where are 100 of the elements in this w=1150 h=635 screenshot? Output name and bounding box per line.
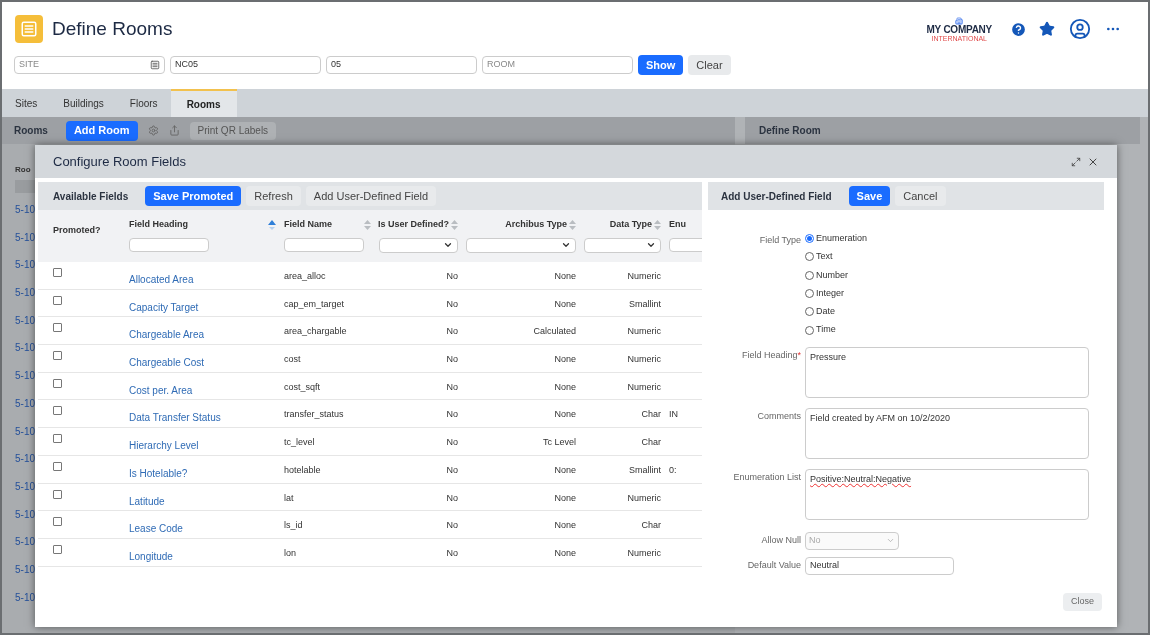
text-area[interactable]: Positive:Neutral:Negative bbox=[805, 468, 1089, 520]
cancel-button[interactable]: Cancel bbox=[895, 186, 946, 206]
table-cell-text: cost bbox=[284, 353, 301, 367]
promoted-checkbox[interactable] bbox=[53, 323, 62, 333]
save-promoted-button[interactable]: Save Promoted bbox=[145, 186, 242, 206]
column-filter-field[interactable] bbox=[129, 237, 209, 252]
filter-field[interactable]: SITE bbox=[14, 56, 165, 74]
table-cell-text: No bbox=[446, 491, 458, 505]
field-heading-link[interactable]: Chargeable Area bbox=[129, 327, 205, 345]
default-value-field[interactable]: Neutral bbox=[805, 556, 954, 575]
field-heading-link[interactable]: Allocated Area bbox=[129, 272, 194, 289]
column-filter-field[interactable] bbox=[284, 237, 364, 252]
table-cell-text: Smallint bbox=[629, 463, 661, 477]
table-cell-text: No bbox=[446, 436, 458, 450]
radio-label[interactable]: Time bbox=[816, 323, 836, 337]
promoted-checkbox[interactable] bbox=[53, 434, 62, 444]
table-cell-text: Char bbox=[641, 408, 661, 422]
panel-title: Available Fields bbox=[53, 189, 129, 204]
field-heading-link[interactable]: Data Transfer Status bbox=[129, 410, 221, 428]
radio-button[interactable] bbox=[805, 270, 814, 280]
column-header[interactable]: Enu bbox=[669, 218, 686, 232]
table-cell-text: ls_id bbox=[284, 519, 303, 533]
filter-field[interactable]: NC05 bbox=[170, 56, 321, 74]
expand-icon[interactable] bbox=[1071, 156, 1081, 167]
table-cell-text: IN bbox=[669, 408, 678, 422]
table-cell-text: None bbox=[554, 408, 576, 422]
table-cell-text: Smallint bbox=[629, 297, 661, 311]
radio-button[interactable] bbox=[805, 234, 814, 244]
field-heading-link[interactable]: Hierarchy Level bbox=[129, 438, 199, 455]
field-heading-link[interactable]: Lease Code bbox=[129, 521, 183, 538]
radio-label[interactable]: Enumeration bbox=[816, 231, 868, 246]
column-header[interactable]: Field Name bbox=[284, 218, 332, 232]
table-cell-text: No bbox=[446, 380, 458, 394]
table-cell-text: No bbox=[446, 297, 458, 311]
tab[interactable]: Buildings bbox=[50, 89, 117, 117]
tab[interactable]: Floors bbox=[116, 89, 171, 117]
table-cell-text: area_chargable bbox=[284, 325, 347, 339]
promoted-checkbox[interactable] bbox=[53, 489, 62, 499]
promoted-checkbox[interactable] bbox=[53, 544, 62, 554]
field-heading-link[interactable]: Latitude bbox=[129, 493, 165, 511]
field-heading-link[interactable]: Cost per. Area bbox=[129, 382, 193, 400]
column-header[interactable]: Is User Defined? bbox=[377, 218, 449, 232]
table-cell-text: transfer_status bbox=[284, 408, 344, 422]
chevron-down-icon bbox=[443, 240, 453, 250]
filter-field[interactable]: 05 bbox=[326, 56, 477, 74]
radio-label[interactable]: Text bbox=[816, 250, 833, 264]
table-cell-text: No bbox=[446, 353, 458, 367]
field-label: Comments bbox=[756, 409, 802, 423]
radio-label[interactable]: Date bbox=[816, 305, 835, 319]
radio-button[interactable] bbox=[805, 252, 814, 262]
field-heading-link[interactable]: Chargeable Cost bbox=[129, 355, 205, 372]
column-header[interactable]: Archibus Type bbox=[505, 218, 567, 232]
field-heading-link[interactable]: Longitude bbox=[129, 548, 173, 566]
help-icon[interactable] bbox=[1010, 20, 1027, 38]
lookup-icon[interactable] bbox=[150, 60, 160, 70]
promoted-checkbox[interactable] bbox=[53, 517, 62, 527]
settings-icon[interactable] bbox=[147, 125, 159, 136]
radio-label[interactable]: Number bbox=[816, 268, 848, 282]
field-heading-link[interactable]: Capacity Target bbox=[129, 299, 199, 317]
print-qr-labels-button[interactable]: Print QR Labels bbox=[189, 121, 277, 140]
text-area[interactable]: Field created by AFM on 10/2/2020 bbox=[805, 407, 1089, 459]
radio-button[interactable] bbox=[805, 289, 814, 299]
promoted-checkbox[interactable] bbox=[53, 351, 62, 361]
column-header[interactable]: Promoted? bbox=[53, 224, 101, 238]
panel-title: Rooms bbox=[14, 124, 48, 138]
show-button[interactable]: Show bbox=[638, 55, 684, 75]
table-cell-text: Numeric bbox=[627, 380, 661, 394]
promoted-checkbox[interactable] bbox=[53, 406, 62, 416]
table-cell-text: Tc Level bbox=[542, 436, 576, 450]
column-filter-field[interactable] bbox=[15, 180, 35, 193]
save-button[interactable]: Save bbox=[848, 186, 891, 206]
user-avatar-icon[interactable] bbox=[1069, 18, 1091, 40]
filter-field[interactable]: ROOM bbox=[482, 56, 633, 74]
table-cell-text: No bbox=[446, 325, 458, 339]
column-header[interactable]: Data Type bbox=[609, 218, 652, 232]
promoted-checkbox[interactable] bbox=[53, 378, 62, 388]
favorite-star-icon[interactable] bbox=[1039, 21, 1055, 37]
table-cell-text: None bbox=[554, 491, 576, 505]
close-button[interactable]: Close bbox=[1063, 592, 1102, 611]
radio-button[interactable] bbox=[805, 325, 814, 335]
table-cell-text: tc_level bbox=[284, 436, 315, 450]
sort-ascending-icon[interactable] bbox=[268, 219, 276, 230]
field-heading-link[interactable]: Is Hotelable? bbox=[129, 465, 188, 483]
text-area[interactable]: Pressure bbox=[805, 346, 1089, 398]
promoted-checkbox[interactable] bbox=[53, 461, 62, 471]
promoted-checkbox[interactable] bbox=[53, 295, 62, 305]
refresh-button[interactable]: Refresh bbox=[246, 186, 301, 206]
promoted-checkbox[interactable] bbox=[53, 268, 62, 277]
column-header[interactable]: Field Heading bbox=[129, 218, 188, 232]
add-user-defined-field-button[interactable]: Add User-Defined Field bbox=[305, 186, 437, 206]
upload-icon[interactable] bbox=[168, 125, 180, 136]
chevron-down-icon bbox=[561, 240, 571, 250]
clear-button[interactable]: Clear bbox=[688, 55, 731, 75]
tab[interactable]: Sites bbox=[2, 89, 51, 117]
table-cell-text: None bbox=[554, 270, 576, 283]
radio-label[interactable]: Integer bbox=[816, 286, 845, 301]
radio-button[interactable] bbox=[805, 307, 814, 317]
add-room-button[interactable]: Add Room bbox=[65, 120, 138, 141]
tab[interactable]: Rooms bbox=[170, 89, 237, 117]
table-cell-text: lat bbox=[284, 491, 294, 505]
